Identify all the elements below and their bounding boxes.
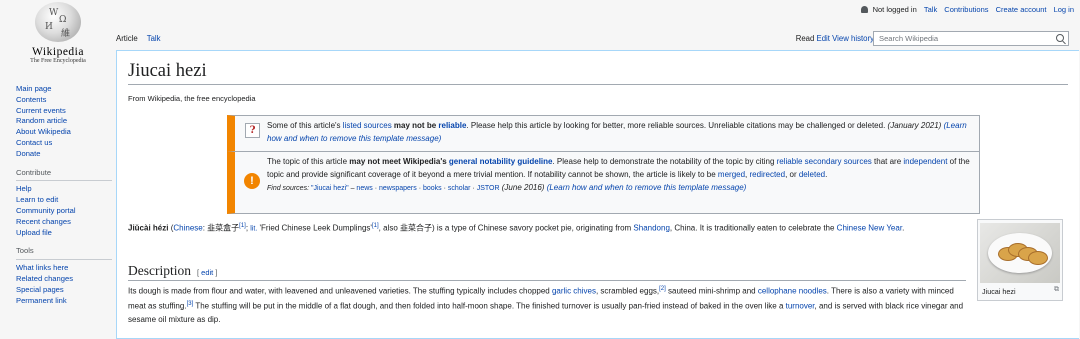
reliable-link[interactable]: reliable (438, 121, 466, 130)
personal-tools: Not logged in Talk Contributions Create … (861, 5, 1074, 14)
not-logged-in: Not logged in (872, 5, 917, 14)
contributions-link[interactable]: Contributions (944, 5, 988, 14)
section-edit-link[interactable]: edit (201, 268, 213, 277)
independent-link[interactable]: independent (903, 157, 947, 166)
tab-talk[interactable]: Talk (147, 34, 161, 43)
learn-more-link[interactable]: (Learn how and when to remove this templ… (547, 183, 747, 192)
sidebar-item-contact[interactable]: Contact us (16, 138, 112, 149)
sidebar-item-donate[interactable]: Donate (16, 149, 112, 160)
warning-icon: ! (244, 173, 260, 189)
find-scholar-link[interactable]: scholar (448, 185, 471, 192)
tab-view-history[interactable]: View history (832, 34, 874, 43)
talk-link[interactable]: Talk (924, 5, 937, 14)
shandong-link[interactable]: Shandong (633, 224, 669, 233)
sidebar-item-related-changes[interactable]: Related changes (16, 274, 112, 285)
search-placeholder: Search Wikipedia (879, 34, 939, 43)
citation-2[interactable]: [2] (659, 286, 666, 292)
cellophane-noodles-link[interactable]: cellophane noodles (758, 287, 827, 296)
search-icon[interactable] (1056, 34, 1064, 42)
create-account-link[interactable]: Create account (996, 5, 1047, 14)
find-jstor-link[interactable]: JSTOR (477, 185, 500, 192)
redirected-link[interactable]: redirected (750, 170, 786, 179)
garlic-chives-link[interactable]: garlic chives (552, 287, 596, 296)
find-query-link[interactable]: "Jiucai hezi" (311, 185, 349, 192)
sidebar-item-random-article[interactable]: Random article (16, 116, 112, 127)
sidebar-item-help[interactable]: Help (16, 184, 112, 195)
sidebar-heading-tools: Tools (16, 246, 112, 261)
find-newspapers-link[interactable]: newspapers (379, 185, 417, 192)
citation-1[interactable]: [1] (239, 223, 246, 229)
sidebar-heading-contribute: Contribute (16, 168, 112, 182)
sidebar-item-upload-file[interactable]: Upload file (16, 228, 112, 239)
user-icon (861, 6, 869, 13)
intro-paragraph: Jiǔcài hézi (Chinese: 韭菜盒子[1]; lit. 'Fri… (128, 223, 905, 233)
unreliable-sources-notice: ? Some of this article's listed sources … (227, 115, 980, 152)
chinese-new-year-link[interactable]: Chinese New Year (837, 224, 902, 233)
section-heading-description: Description[ edit ] (128, 263, 966, 281)
question-book-icon: ? (245, 123, 260, 138)
find-news-link[interactable]: news (356, 185, 372, 192)
deleted-link[interactable]: deleted (799, 170, 825, 179)
sidebar-item-main-page[interactable]: Main page (16, 84, 112, 95)
sidebar-item-learn-to-edit[interactable]: Learn to edit (16, 195, 112, 206)
notice-text: The topic of this article may not meet W… (267, 157, 970, 192)
logo-tagline: The Free Encyclopedia (30, 58, 86, 64)
sidebar-item-about[interactable]: About Wikipedia (16, 127, 112, 138)
sidebar-item-what-links-here[interactable]: What links here (16, 263, 112, 274)
sidebar-item-current-events[interactable]: Current events (16, 106, 112, 117)
sidebar-item-community-portal[interactable]: Community portal (16, 206, 112, 217)
citation-1b[interactable]: [1] (372, 223, 379, 229)
globe-icon: WΩИ維 (35, 2, 81, 42)
sidebar-item-permanent-link[interactable]: Permanent link (16, 296, 112, 307)
merged-link[interactable]: merged (718, 170, 745, 179)
secondary-sources-link[interactable]: reliable secondary sources (777, 157, 872, 166)
log-in-link[interactable]: Log in (1054, 5, 1074, 14)
jiucai-hezi-photo[interactable] (980, 223, 1060, 283)
sidebar-item-recent-changes[interactable]: Recent changes (16, 217, 112, 228)
listed-sources-link[interactable]: listed sources (343, 121, 392, 130)
logo-wordmark: Wikipedia (32, 46, 84, 58)
section-edit: [ edit ] (197, 268, 218, 277)
sidebar: Main page Contents Current events Random… (16, 84, 112, 306)
sidebar-item-contents[interactable]: Contents (16, 95, 112, 106)
article-image-thumbnail[interactable]: Jiucai hezi ⧉ (977, 219, 1063, 301)
enlarge-icon[interactable]: ⧉ (1054, 286, 1059, 294)
turnover-link[interactable]: turnover (786, 302, 815, 311)
image-caption: Jiucai hezi (982, 287, 1016, 296)
wikipedia-logo[interactable]: WΩИ維 Wikipedia The Free Encyclopedia (22, 2, 94, 68)
dumpling (1028, 251, 1048, 265)
tab-article[interactable]: Article (116, 34, 138, 43)
notice-text: Some of this article's listed sources ma… (267, 121, 967, 143)
article-content: Jiucai hezi From Wikipedia, the free enc… (116, 50, 1079, 339)
search-input[interactable]: Search Wikipedia (873, 31, 1069, 46)
find-sources: Find sources: "Jiucai hezi" – news · new… (267, 184, 500, 192)
notability-guideline-link[interactable]: general notability guideline (449, 157, 553, 166)
tab-read[interactable]: Read (796, 34, 815, 43)
page-title: Jiucai hezi (128, 61, 1068, 85)
description-paragraph: Its dough is made from flour and water, … (128, 286, 964, 325)
namespace-tabs: Article Talk (116, 34, 161, 43)
view-tabs: Read Edit View history (790, 34, 874, 43)
chinese-language-link[interactable]: Chinese (173, 224, 202, 233)
tab-edit[interactable]: Edit (817, 34, 830, 43)
sidebar-item-special-pages[interactable]: Special pages (16, 285, 112, 296)
find-books-link[interactable]: books (423, 185, 442, 192)
notability-notice: ! The topic of this article may not meet… (227, 151, 980, 214)
site-tagline: From Wikipedia, the free encyclopedia (128, 94, 256, 103)
